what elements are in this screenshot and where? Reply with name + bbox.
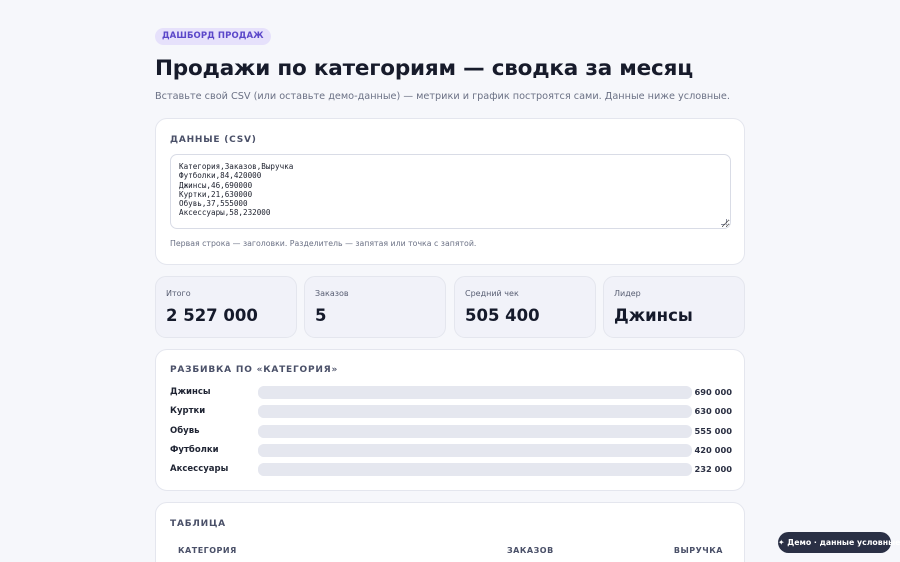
breakdown-bar-fill xyxy=(258,386,692,399)
resize-handle-icon[interactable] xyxy=(721,219,727,225)
csv-line: Аксессуары,58,232000 xyxy=(179,208,271,218)
breakdown-bar-track xyxy=(258,444,692,457)
table-header-revenue[interactable]: ВЫРУЧКА xyxy=(674,546,723,555)
stat-card-total: Итого 2 527 000 xyxy=(155,276,297,338)
csv-input[interactable]: Категория,Заказов,Выручка Футболки,84,42… xyxy=(170,154,731,229)
stat-card-orders: Заказов 5 xyxy=(304,276,446,338)
breakdown-bar-track xyxy=(258,463,692,476)
breakdown-category: Аксессуары xyxy=(170,464,229,474)
demo-data-button[interactable]: ✦ Демо · данные условные xyxy=(778,532,900,553)
stat-label: Лидер xyxy=(614,289,641,298)
table-card: ТАБЛИЦА КАТЕГОРИЯ ЗАКАЗОВ ВЫРУЧКА xyxy=(155,502,745,562)
breakdown-bar-track xyxy=(258,386,692,399)
dashboard-badge: ДАШБОРД ПРОДАЖ xyxy=(155,28,271,45)
breakdown-value: 630 000 xyxy=(694,406,732,416)
table-section-label: ТАБЛИЦА xyxy=(170,519,226,529)
breakdown-value: 420 000 xyxy=(694,445,732,455)
stat-card-average-check: Средний чек 505 400 xyxy=(454,276,596,338)
csv-card: ДАННЫЕ (CSV) Категория,Заказов,Выручка Ф… xyxy=(155,118,745,265)
breakdown-value: 232 000 xyxy=(694,464,732,474)
csv-line: Джинсы,46,690000 xyxy=(179,180,253,190)
breakdown-value: 555 000 xyxy=(694,426,732,436)
breakdown-category: Обувь xyxy=(170,426,200,436)
stat-card-leader: Лидер Джинсы xyxy=(603,276,745,338)
page-subtitle: Вставьте свой CSV (или оставьте демо-дан… xyxy=(155,91,730,102)
breakdown-bar-fill xyxy=(258,444,523,457)
stat-value: 2 527 000 xyxy=(166,306,258,325)
breakdown-category: Футболки xyxy=(170,445,219,455)
stat-value: Джинсы xyxy=(614,306,693,325)
stat-label: Заказов xyxy=(315,289,349,298)
csv-line: Куртки,21,630000 xyxy=(179,189,253,199)
breakdown-row: Аксессуары 232 000 xyxy=(170,463,732,477)
breakdown-bar-fill xyxy=(258,463,404,476)
csv-section-label: ДАННЫЕ (CSV) xyxy=(170,135,257,145)
breakdown-value: 690 000 xyxy=(694,387,732,397)
breakdown-bar-track xyxy=(258,425,692,438)
stat-value: 5 xyxy=(315,306,327,325)
table-header-orders[interactable]: ЗАКАЗОВ xyxy=(507,546,554,555)
breakdown-category: Куртки xyxy=(170,406,206,416)
csv-hint: Первая строка — заголовки. Разделитель —… xyxy=(170,239,477,248)
table-header-category[interactable]: КАТЕГОРИЯ xyxy=(178,546,237,555)
breakdown-card: РАЗБИВКА ПО «КАТЕГОРИЯ» Джинсы 690 000 К… xyxy=(155,349,745,491)
breakdown-row: Футболки 420 000 xyxy=(170,444,732,458)
csv-line: Категория,Заказов,Выручка xyxy=(179,162,294,171)
page-title: Продажи по категориям — сводка за месяц xyxy=(155,56,693,81)
csv-line: Футболки,84,420000 xyxy=(179,171,262,181)
breakdown-row: Обувь 555 000 xyxy=(170,425,732,439)
breakdown-category: Джинсы xyxy=(170,387,211,397)
breakdown-bar-track xyxy=(258,405,692,418)
stat-value: 505 400 xyxy=(465,306,540,325)
stat-label: Итого xyxy=(166,289,191,298)
breakdown-bar-fill xyxy=(258,425,608,438)
breakdown-row: Джинсы 690 000 xyxy=(170,386,732,400)
csv-line: Обувь,37,555000 xyxy=(179,199,248,209)
stat-label: Средний чек xyxy=(465,289,519,298)
breakdown-bar-fill xyxy=(258,405,655,418)
breakdown-section-label: РАЗБИВКА ПО «КАТЕГОРИЯ» xyxy=(170,365,339,375)
breakdown-row: Куртки 630 000 xyxy=(170,405,732,419)
